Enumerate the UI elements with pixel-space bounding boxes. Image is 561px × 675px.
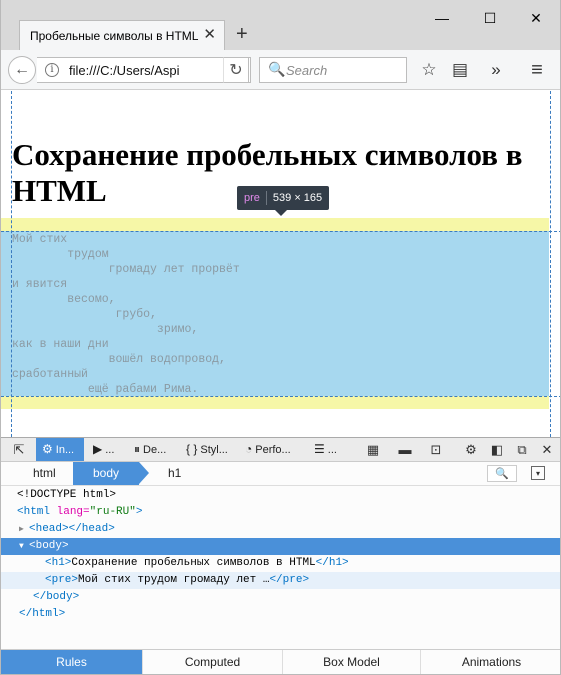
minimize-button[interactable]: — [431, 8, 453, 28]
margin-highlight-top [1, 218, 549, 231]
devtools-toolbar: ⇱ ⚙ In... ▶... ⏸ De... { } Styl... ◔ Perfo..… [1, 438, 560, 462]
responsive-mode-icon[interactable]: ▬ [395, 438, 415, 461]
tab-console-label: ... [105, 444, 115, 456]
overflow-chevron-icon[interactable]: » [485, 59, 507, 81]
breadcrumb-body[interactable]: body [73, 462, 149, 485]
guide-line-top [1, 231, 560, 232]
tab-animations[interactable]: Animations [421, 650, 560, 674]
search-placeholder: Search [286, 63, 328, 78]
margin-highlight-bottom [1, 396, 549, 409]
devtools-panel: ⇱ ⚙ In... ▶... ⏸ De... { } Styl... ◔ Perfo..… [1, 437, 560, 674]
markup-view: <!DOCTYPE html> <html lang="ru-RU"> ▶ <he… [1, 487, 560, 649]
tab-close-icon[interactable]: ✕ [203, 27, 216, 43]
search-input[interactable]: 🔍 Search [259, 57, 407, 83]
tab-strip: Пробельные символы в HTML ✕ + — ☐ ✕ [1, 0, 560, 51]
breadcrumb-html[interactable]: html [33, 462, 56, 485]
url-text[interactable]: file:///C:/Users/Aspi [69, 63, 180, 78]
performance-icon: ◔ [245, 442, 253, 456]
markup-line-head[interactable]: ▶ <head></head> [1, 521, 560, 538]
markup-line-html-close[interactable]: </html> [1, 606, 560, 623]
breadcrumb-h1[interactable]: h1 [168, 462, 181, 485]
markup-line-h1[interactable]: <h1>Сохранение пробельных символов в HTM… [1, 555, 560, 572]
sidebar-tabs: Rules Computed Box Model Animations [1, 649, 560, 674]
url-bar[interactable]: i file:///C:/Users/Aspi [37, 57, 251, 83]
tab-style-editor[interactable]: { } Styl... [186, 438, 228, 461]
guide-line-left [11, 91, 12, 437]
guide-line-bottom [1, 396, 560, 397]
navigation-bar: i file:///C:/Users/Aspi ← ↻ 🔍 Search ☆ ▤… [1, 50, 560, 90]
new-tab-button[interactable]: + [236, 22, 248, 46]
console-icon: ▶ [93, 442, 103, 456]
dock-side-icon[interactable]: ◧ [487, 438, 507, 461]
tab-network[interactable]: ☰... [314, 438, 337, 461]
tab-network-label: ... [327, 444, 337, 456]
markup-line-html[interactable]: <html lang="ru-RU"> [1, 504, 560, 521]
inspector-icon: ⚙ [42, 442, 53, 456]
element-picker-icon[interactable]: ⇱ [9, 438, 29, 461]
close-devtools-icon[interactable]: ✕ [537, 438, 557, 461]
browser-tab[interactable]: Пробельные символы в HTML ✕ [19, 20, 225, 51]
tab-style-editor-label: Styl... [200, 444, 228, 456]
network-icon: ☰ [314, 442, 325, 456]
tooltip-tag: pre [244, 192, 260, 204]
markup-line-doctype[interactable]: <!DOCTYPE html> [1, 487, 560, 504]
style-editor-icon: { } [186, 442, 198, 456]
browser-window: Пробельные символы в HTML ✕ + — ☐ ✕ i fi… [0, 0, 561, 675]
back-button[interactable]: ← [8, 56, 36, 84]
expand-arrow-icon[interactable]: ▶ [19, 521, 29, 538]
settings-gear-icon[interactable]: ⚙ [461, 438, 481, 461]
bookmark-star-icon[interactable]: ☆ [418, 59, 440, 81]
tab-performance[interactable]: ◔ Perfo... [245, 438, 291, 461]
element-info-tooltip: pre 539 × 165 [237, 186, 330, 216]
tab-console[interactable]: ▶... [91, 438, 114, 461]
reload-button[interactable]: ↻ [223, 57, 249, 83]
menu-icon[interactable]: ≡ [526, 59, 548, 81]
frames-icon[interactable]: ▦ [359, 438, 387, 461]
tab-inspector[interactable]: ⚙ In... [36, 438, 84, 461]
markup-line-body[interactable]: ▼ <body> [1, 538, 560, 555]
poem-preformatted: Мой стих трудом громаду лет прорвёт и яв… [12, 233, 240, 396]
undock-icon[interactable]: ⧉ [512, 438, 532, 461]
page-viewport: Сохранение пробельных символов в HTML Мо… [1, 91, 560, 437]
reader-view-icon[interactable]: ▤ [449, 59, 471, 81]
chevron-down-icon[interactable]: ▾ [531, 466, 545, 480]
close-window-button[interactable]: ✕ [525, 8, 547, 28]
markup-search-icon[interactable]: 🔍 [487, 465, 517, 482]
info-icon[interactable]: i [45, 63, 59, 77]
search-icon: 🔍 [268, 61, 286, 77]
markup-line-pre[interactable]: <pre>Мой стих трудом громаду лет …</pre> [1, 572, 560, 589]
guide-line-right [550, 91, 551, 437]
collapse-arrow-icon[interactable]: ▼ [19, 538, 29, 555]
screenshot-icon[interactable]: ⊡ [426, 438, 446, 461]
breadcrumb: html body h1 🔍 ▾ [1, 462, 560, 486]
tab-debugger[interactable]: ⏸ De... [134, 438, 166, 461]
tab-debugger-label: De... [143, 444, 167, 456]
tab-title: Пробельные символы в HTML [30, 29, 199, 43]
tooltip-dimensions: 539 × 165 [272, 192, 323, 204]
tab-rules[interactable]: Rules [1, 650, 143, 674]
debugger-icon: ⏸ [134, 442, 141, 456]
markup-line-body-close[interactable]: </body> [1, 589, 560, 606]
tab-inspector-label: In... [55, 444, 75, 456]
tab-computed[interactable]: Computed [143, 650, 283, 674]
tab-performance-label: Perfo... [255, 444, 291, 456]
maximize-button[interactable]: ☐ [479, 8, 501, 28]
tab-box-model[interactable]: Box Model [283, 650, 421, 674]
